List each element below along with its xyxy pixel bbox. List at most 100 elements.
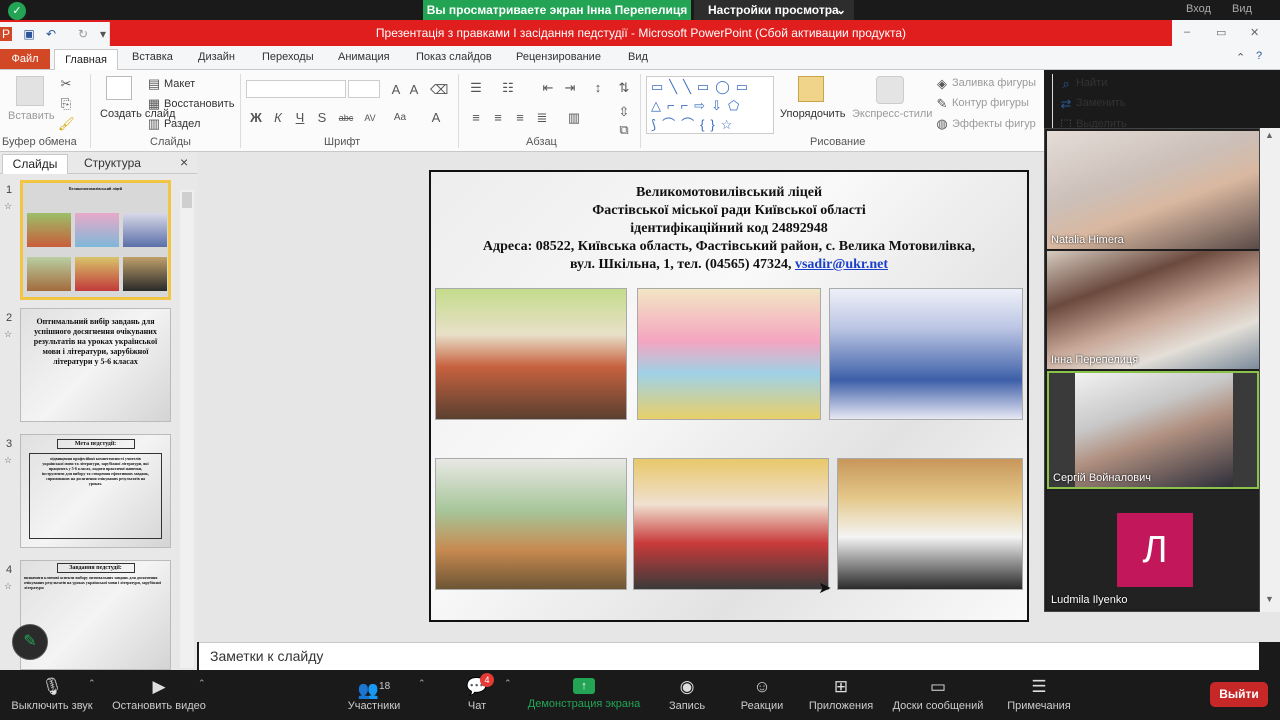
grow-font-icon[interactable]: A	[388, 82, 404, 98]
reset-icon: ▦	[147, 96, 161, 111]
slide-pane-scrollbar[interactable]	[180, 190, 194, 668]
share-screen-button[interactable]: ↑ Демонстрация экрана	[522, 670, 646, 720]
video-tile-active-speaker[interactable]: Сергій Войналович	[1047, 371, 1259, 489]
numbering-icon[interactable]: ☷	[500, 80, 516, 96]
participants-chevron-icon[interactable]: ⌃	[418, 678, 426, 689]
close-icon[interactable]: ✕	[1250, 26, 1259, 39]
align-text-icon[interactable]: ⇳	[616, 104, 632, 120]
tab-view[interactable]: Вид	[628, 51, 648, 63]
security-shield-icon[interactable]: ✓	[8, 2, 26, 20]
bold-button[interactable]: Ж	[248, 110, 264, 126]
strikethrough-button[interactable]: abc	[338, 110, 354, 126]
text-direction-icon[interactable]: ⇅	[616, 80, 632, 96]
shape-fill-button[interactable]: Заливка фигуры	[952, 77, 1036, 89]
stop-video-button[interactable]: ▶ Остановить видео	[106, 670, 212, 720]
change-case-button[interactable]: Aa	[392, 110, 408, 126]
scroll-down-icon[interactable]: ▼	[1265, 594, 1274, 604]
undo-icon[interactable]: ↶	[44, 27, 58, 41]
line-spacing-icon[interactable]: ↕	[590, 80, 606, 96]
view-settings-menu[interactable]: Настройки просмотра ⌄	[694, 0, 854, 20]
tab-transitions[interactable]: Переходы	[262, 51, 314, 63]
reset-button[interactable]: Восстановить	[164, 98, 234, 110]
leave-meeting-button[interactable]: Выйти	[1210, 682, 1268, 707]
justify-icon[interactable]: ≣	[534, 110, 550, 126]
tab-design[interactable]: Дизайн	[198, 51, 235, 63]
clear-format-icon[interactable]: ⌫	[430, 82, 448, 98]
layout-button[interactable]: Макет	[164, 78, 195, 90]
align-center-icon[interactable]: ≡	[490, 110, 506, 126]
chat-button[interactable]: 💬 Чат	[452, 670, 502, 720]
thumbnail-title: Завдання педстудії:	[56, 563, 135, 573]
bullets-icon[interactable]: ☰	[468, 80, 484, 96]
decrease-indent-icon[interactable]: ⇤	[540, 80, 556, 96]
shape-outline-button[interactable]: Контур фигуры	[952, 97, 1029, 109]
copy-icon[interactable]: ⎘	[58, 96, 74, 112]
arrange-button[interactable]: Упорядочить	[780, 108, 845, 120]
audio-options-chevron-icon[interactable]: ⌃	[88, 678, 96, 689]
increase-indent-icon[interactable]: ⇥	[562, 80, 578, 96]
scrollbar-thumb[interactable]	[182, 192, 192, 208]
slide-thumbnail-3[interactable]: Мета педстудії: підвищення професійної к…	[20, 434, 171, 548]
close-pane-icon[interactable]: ×	[180, 154, 188, 170]
restore-icon[interactable]: ▭	[1216, 26, 1226, 39]
shape-effects-button[interactable]: Эффекты фигур	[952, 118, 1036, 130]
tab-outline[interactable]: Структура	[84, 156, 141, 170]
notes-pane[interactable]	[199, 642, 1259, 670]
video-tile[interactable]: Natalia Himera	[1047, 131, 1259, 249]
shadow-button[interactable]: S	[314, 110, 330, 126]
slide-thumbnail-2[interactable]: Оптимальний вибір завдань для успішного …	[20, 308, 171, 422]
help-icon[interactable]: ?	[1256, 50, 1262, 62]
format-painter-icon[interactable]: 🖌	[58, 116, 75, 132]
char-spacing-button[interactable]: AV	[362, 110, 378, 126]
underline-button[interactable]: Ч	[292, 110, 308, 126]
tab-file[interactable]: Файл	[0, 49, 50, 69]
smartart-icon[interactable]: ⧉	[616, 122, 632, 138]
section-button[interactable]: Раздел	[164, 118, 200, 130]
cut-icon[interactable]: ✂	[58, 76, 74, 92]
mute-button[interactable]: 🎙 Выключить звук	[4, 670, 100, 720]
zoom-view-menu[interactable]: Вид	[1232, 3, 1252, 15]
chat-chevron-icon[interactable]: ⌃	[504, 678, 512, 689]
columns-icon[interactable]: ▥	[566, 110, 582, 126]
video-options-chevron-icon[interactable]: ⌃	[198, 678, 206, 689]
participants-button[interactable]: 👥18 Участники	[336, 670, 412, 720]
notes-placeholder[interactable]: Заметки к слайду	[210, 648, 323, 664]
italic-button[interactable]: К	[270, 110, 286, 126]
slide-email-link[interactable]: vsadir@ukr.net	[795, 257, 888, 272]
current-slide[interactable]: Великомотовилівський ліцей Фастівської м…	[429, 170, 1029, 622]
video-tile[interactable]: Л Ludmila Ilyenko	[1047, 491, 1259, 609]
tab-review[interactable]: Рецензирование	[516, 51, 601, 63]
customize-qat-icon[interactable]: ▾	[96, 27, 110, 41]
find-button[interactable]: Найти	[1076, 77, 1107, 89]
tab-animations[interactable]: Анимация	[338, 51, 390, 63]
scroll-up-icon[interactable]: ▲	[1265, 130, 1274, 140]
tab-insert[interactable]: Вставка	[132, 51, 173, 63]
ribbon-collapse-icon[interactable]: ⌃	[1236, 51, 1245, 64]
record-button[interactable]: ◉ Запись	[660, 670, 714, 720]
paste-button[interactable]: Вставить	[8, 110, 55, 122]
zoom-login-link[interactable]: Вход	[1186, 3, 1211, 15]
apps-button[interactable]: ⊞ Приложения	[804, 670, 878, 720]
annotate-pen-icon[interactable]: ✎	[12, 624, 48, 660]
editor-scrollbar[interactable]: ▲ ▼	[1260, 128, 1280, 612]
font-name-box[interactable]	[246, 80, 346, 98]
slide-thumbnail-1[interactable]: Великомотовилівський ліцей	[20, 180, 171, 300]
redo-icon[interactable]: ↻	[76, 27, 90, 41]
shapes-gallery[interactable]: ▭╲╲▭◯▭ △⌐⌐⇨⇩⬠ ⟆⌒⌒{}☆	[646, 76, 774, 134]
notes-button[interactable]: ☰ Примечания	[1000, 670, 1078, 720]
save-icon[interactable]: ▣	[22, 27, 36, 41]
reactions-button[interactable]: ☺ Реакции	[734, 670, 790, 720]
tab-slides[interactable]: Слайды	[2, 154, 68, 174]
minimize-icon[interactable]: –	[1184, 26, 1190, 38]
tab-slideshow[interactable]: Показ слайдов	[416, 51, 492, 63]
whiteboards-button[interactable]: ▭ Доски сообщений	[886, 670, 990, 720]
replace-button[interactable]: Заменить	[1076, 97, 1125, 109]
font-size-box[interactable]	[348, 80, 380, 98]
tab-home[interactable]: Главная	[54, 49, 118, 71]
align-left-icon[interactable]: ≡	[468, 110, 484, 126]
quick-styles-button[interactable]: Экспресс-стили	[852, 108, 932, 120]
align-right-icon[interactable]: ≡	[512, 110, 528, 126]
font-color-button[interactable]: A	[428, 110, 444, 126]
video-tile[interactable]: Інна Перепелиця	[1047, 251, 1259, 369]
shrink-font-icon[interactable]: A	[406, 82, 422, 98]
